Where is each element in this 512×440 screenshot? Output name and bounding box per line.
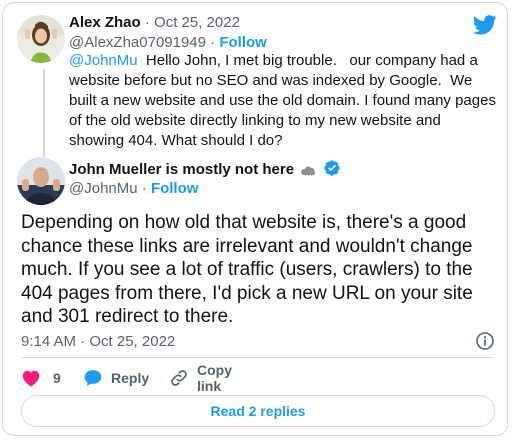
twitter-bird-icon[interactable] (472, 15, 497, 40)
like-count: 9 (53, 370, 61, 386)
mention-link[interactable]: @JohnMu (69, 52, 138, 69)
follow-john-button[interactable]: Follow (151, 180, 199, 197)
main-tweet-text: Depending on how old that website is, th… (21, 212, 473, 327)
thread-connector-line (43, 69, 45, 157)
divider (21, 357, 493, 358)
reply-author-handle[interactable]: @AlexZha07091949 (69, 34, 206, 51)
verified-badge-icon (323, 159, 341, 183)
reply-author-row: Alex Zhao · Oct 25, 2022 (69, 13, 240, 33)
heart-icon (21, 369, 49, 387)
user-avatar[interactable] (17, 15, 65, 63)
reply-date[interactable]: Oct 25, 2022 (154, 14, 240, 31)
john-avatar[interactable] (17, 157, 65, 205)
like-button[interactable]: 9 (21, 368, 61, 388)
tweet-embed-card: Alex Zhao · Oct 25, 2022 @AlexZha0709194… (2, 2, 508, 436)
main-author-name[interactable]: John Mueller is mostly not here (69, 161, 294, 178)
reply-author-name[interactable]: Alex Zhao (69, 14, 141, 31)
reply-tweet-text: @JohnMu Hello John, I met big trouble. o… (69, 51, 499, 151)
link-icon (169, 368, 197, 388)
info-icon[interactable] (475, 331, 495, 356)
reply-separator: · (144, 14, 150, 31)
main-author-handle[interactable]: @JohnMu (69, 180, 138, 197)
copy-link-button[interactable]: Copy link (169, 362, 232, 394)
reply-button[interactable]: Reply (83, 368, 149, 388)
reply-handle-separator: · (210, 34, 216, 51)
reply-label: Reply (111, 370, 150, 386)
copy-link-label: Copy link (197, 362, 232, 394)
main-handle-row: @JohnMu · Follow (69, 179, 198, 199)
tweet-timestamp[interactable]: 9:14 AM · Oct 25, 2022 (21, 332, 175, 352)
reply-handle-row: @AlexZha07091949 · Follow (69, 33, 267, 53)
main-handle-separator: · (141, 180, 147, 197)
cloud-icon (300, 162, 316, 182)
reply-bubble-icon (83, 368, 111, 388)
read-replies-button[interactable]: Read 2 replies (21, 395, 495, 427)
follow-alex-button[interactable]: Follow (219, 34, 267, 51)
